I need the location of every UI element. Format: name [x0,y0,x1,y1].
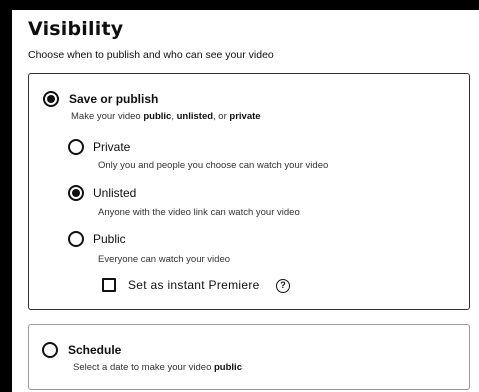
private-radio[interactable] [68,139,84,155]
save-or-publish-description: Make your video public, unlisted, or pri… [71,111,261,122]
save-or-publish-radio[interactable] [43,91,59,107]
page-subtitle: Choose when to publish and who can see y… [28,49,274,61]
schedule-radio[interactable] [42,342,58,358]
save-or-publish-label[interactable]: Save or publish [69,92,158,106]
page-title: Visibility [28,18,124,40]
instant-premiere-checkbox[interactable] [102,278,116,292]
unlisted-radio[interactable] [68,185,84,201]
schedule-label[interactable]: Schedule [68,343,121,357]
instant-premiere-label[interactable]: Set as instant Premiere [128,278,260,292]
visibility-panel: Visibility Choose when to publish and wh… [12,10,479,392]
help-icon[interactable]: ? [276,279,290,293]
private-label[interactable]: Private [93,140,130,154]
unlisted-description: Anyone with the video link can watch you… [98,207,300,218]
private-description: Only you and people you choose can watch… [98,160,329,171]
unlisted-label[interactable]: Unlisted [93,186,136,200]
public-label[interactable]: Public [93,232,126,246]
schedule-section: Schedule Select a date to make your vide… [28,324,470,390]
public-description: Everyone can watch your video [98,254,231,265]
schedule-description: Select a date to make your video public [73,362,242,373]
save-or-publish-section: Save or publish Make your video public, … [28,73,470,310]
public-radio[interactable] [68,231,84,247]
